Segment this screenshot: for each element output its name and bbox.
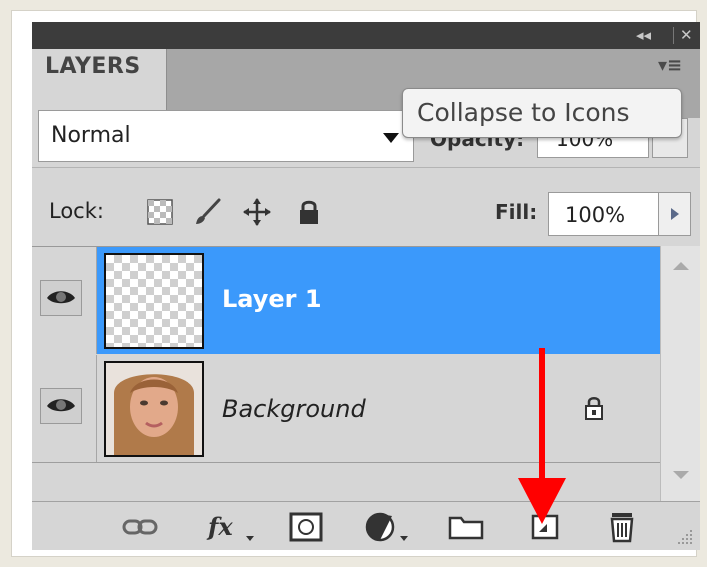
layers-scrollbar[interactable] — [660, 246, 700, 501]
layers-panel: ◂◂ ✕ LAYERS ▾≡ Normal Opacity: 100% Coll… — [32, 22, 700, 550]
tooltip: Collapse to Icons — [402, 88, 682, 138]
new-group-folder-icon[interactable] — [446, 510, 486, 544]
visibility-cell — [32, 355, 97, 462]
layer-thumbnail-transparent — [104, 253, 204, 349]
tab-layers-label: LAYERS — [45, 54, 141, 79]
add-mask-icon[interactable] — [286, 510, 326, 544]
layer-row-layer-1[interactable]: Layer 1 — [32, 247, 660, 354]
layer-name[interactable]: Background — [222, 395, 366, 423]
resize-grip-icon[interactable] — [672, 524, 694, 546]
visibility-cell — [32, 247, 97, 354]
visibility-eye-icon[interactable] — [40, 388, 82, 424]
adjustment-layer-icon[interactable] — [362, 510, 412, 544]
panel-menu-icon[interactable]: ▾≡ — [658, 55, 682, 76]
fill-field[interactable]: 100% — [548, 192, 660, 236]
lock-all-icon[interactable] — [294, 197, 324, 227]
blend-mode-select[interactable]: Normal — [38, 110, 414, 162]
fill-slider-button[interactable] — [658, 192, 691, 236]
chevron-down-icon — [383, 133, 399, 143]
link-layers-icon[interactable] — [120, 510, 160, 544]
collapse-arrows-icon[interactable]: ◂◂ — [636, 26, 651, 44]
layers-bottom-toolbar: fx — [32, 501, 700, 550]
delete-layer-icon[interactable] — [602, 510, 642, 544]
tooltip-text: Collapse to Icons — [417, 98, 630, 127]
blend-mode-value: Normal — [51, 123, 131, 148]
layer-name[interactable]: Layer 1 — [222, 285, 322, 313]
fill-value: 100% — [565, 203, 626, 227]
panel-titlebar: ◂◂ ✕ — [32, 22, 700, 49]
lock-transparent-pixels-icon[interactable] — [145, 197, 175, 227]
titlebar-divider — [673, 27, 674, 44]
svg-text:fx: fx — [206, 512, 233, 541]
layer-thumbnail-photo — [104, 361, 204, 457]
scroll-up-icon[interactable] — [673, 262, 689, 270]
fill-label: Fill: — [495, 200, 538, 224]
lock-image-pixels-brush-icon[interactable] — [192, 197, 222, 227]
fx-icon[interactable]: fx — [206, 510, 256, 544]
divider — [32, 167, 700, 168]
scroll-down-icon[interactable] — [673, 471, 689, 479]
lock-position-move-icon[interactable] — [242, 197, 272, 227]
visibility-eye-icon[interactable] — [40, 280, 82, 316]
annotation-red-arrow — [518, 348, 566, 524]
layer-locked-icon — [585, 397, 603, 420]
close-icon[interactable]: ✕ — [680, 26, 693, 44]
lock-label: Lock: — [49, 199, 104, 223]
